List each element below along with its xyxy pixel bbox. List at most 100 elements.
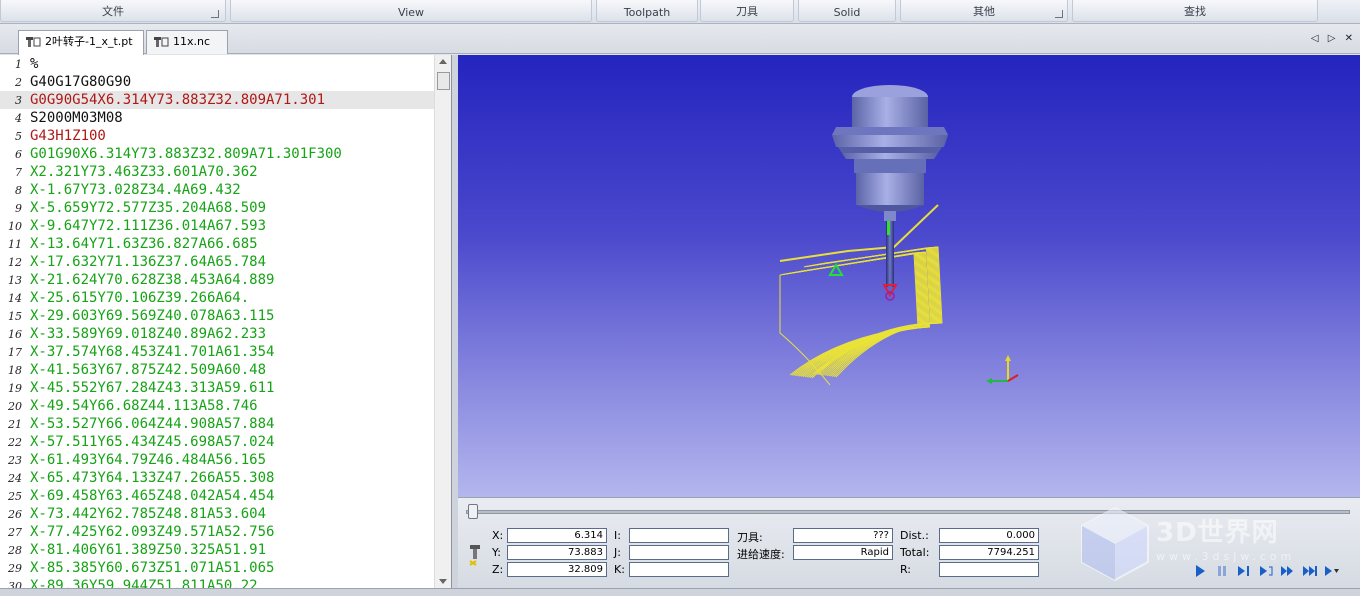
settings-dropdown-icon[interactable] (1324, 563, 1340, 579)
code-line[interactable]: 9 X-5.659Y72.577Z35.204A68.509 (0, 199, 434, 217)
dialog-launcher-icon[interactable] (1055, 10, 1063, 18)
ribbon-group-other[interactable]: 其他 (900, 0, 1068, 22)
j-label: J: (614, 546, 621, 559)
code-line[interactable]: 24 X-65.473Y64.133Z47.266A55.308 (0, 469, 434, 487)
line-number: 29 (8, 562, 22, 575)
code-line[interactable]: 17 X-37.574Y68.453Z41.701A61.354 (0, 343, 434, 361)
code-line[interactable]: 30 X-89.36Y59.944Z51.811A50.22 (0, 577, 434, 588)
code-text: X-85.385Y60.673Z51.071A51.065 (30, 560, 275, 576)
go-to-end-icon[interactable] (1302, 563, 1318, 579)
code-text: X-41.563Y67.875Z42.509A60.48 (30, 362, 267, 378)
code-line[interactable]: 22 X-57.511Y65.434Z45.698A57.024 (0, 433, 434, 451)
step-forward-icon[interactable] (1236, 563, 1252, 579)
scrollbar-thumb[interactable] (437, 72, 450, 90)
total-label: Total: (900, 546, 930, 559)
code-line[interactable]: 13 X-21.624Y70.628Z38.453A64.889 (0, 271, 434, 289)
z-value-field: 32.809 (507, 562, 607, 577)
line-number: 16 (8, 328, 22, 341)
status-bar (0, 588, 1360, 596)
dialog-launcher-icon[interactable] (211, 10, 219, 18)
ribbon-group-solid[interactable]: Solid (798, 0, 896, 22)
tool-icon (469, 545, 480, 566)
simulation-slider-thumb[interactable] (468, 504, 478, 519)
line-number: 12 (8, 256, 22, 269)
code-line[interactable]: 29 X-85.385Y60.673Z51.071A51.065 (0, 559, 434, 577)
scroll-down-icon[interactable] (439, 579, 447, 584)
code-line[interactable]: 19 X-45.552Y67.284Z43.313A59.611 (0, 379, 434, 397)
r-value-field (939, 562, 1039, 577)
code-line[interactable]: 18 X-41.563Y67.875Z42.509A60.48 (0, 361, 434, 379)
code-text: X-73.442Y62.785Z48.81A53.604 (30, 506, 267, 522)
play-icon[interactable] (1192, 563, 1208, 579)
watermark-cube-icon (1081, 506, 1149, 582)
toolpath-wires (779, 204, 943, 386)
tab-nav-buttons[interactable]: ◁ ▷ ✕ (1311, 33, 1356, 44)
line-number: 1 (15, 58, 22, 71)
line-number: 11 (8, 238, 22, 251)
toolpath-pass (792, 251, 926, 378)
ribbon-group-label: 其他 (973, 5, 995, 18)
code-line[interactable]: 5 G43H1Z100 (0, 127, 434, 145)
line-number: 13 (8, 274, 22, 287)
fast-forward-icon[interactable] (1280, 563, 1296, 579)
code-line[interactable]: 7 X2.321Y73.463Z33.601A70.362 (0, 163, 434, 181)
line-number: 8 (15, 184, 22, 197)
code-line[interactable]: 15 X-29.603Y69.569Z40.078A63.115 (0, 307, 434, 325)
line-number: 30 (8, 580, 22, 588)
code-line[interactable]: 23 X-61.493Y64.79Z46.484A56.165 (0, 451, 434, 469)
code-line[interactable]: 16 X-33.589Y69.018Z40.89A62.233 (0, 325, 434, 343)
line-number: 2 (15, 76, 22, 89)
code-line[interactable]: 11 X-13.64Y71.63Z36.827A66.685 (0, 235, 434, 253)
toolpath-pass (790, 251, 925, 377)
code-text: X-89.36Y59.944Z51.811A50.22 (30, 578, 258, 588)
line-number: 28 (8, 544, 22, 557)
scroll-up-icon[interactable] (439, 59, 447, 64)
editor-vertical-scrollbar[interactable] (434, 55, 451, 588)
code-line[interactable]: 14 X-25.615Y70.106Z39.266A64. (0, 289, 434, 307)
code-line[interactable]: 2 G40G17G80G90 (0, 73, 434, 91)
line-number: 3 (15, 94, 22, 107)
code-line[interactable]: 4 S2000M03M08 (0, 109, 434, 127)
code-line[interactable]: 20 X-49.54Y66.68Z44.113A58.746 (0, 397, 434, 415)
ribbon-group-view[interactable]: View (230, 0, 592, 22)
watermark-url: www.3dsjw.com (1156, 550, 1296, 563)
ribbon-group-tool[interactable]: 刀具 (700, 0, 794, 22)
code-text: X-1.67Y73.028Z34.4A69.432 (30, 182, 241, 198)
line-number: 9 (15, 202, 22, 215)
3d-viewport[interactable] (458, 55, 1360, 497)
pause-icon[interactable] (1214, 563, 1230, 579)
playback-controls (1192, 563, 1352, 579)
code-line[interactable]: 8 X-1.67Y73.028Z34.4A69.432 (0, 181, 434, 199)
ribbon: 文件 View Toolpath 刀具 Solid 其他 查找 (0, 0, 1360, 24)
code-line[interactable]: 3 G0G90G54X6.314Y73.883Z32.809A71.301 (0, 91, 434, 109)
code-text: X-45.552Y67.284Z43.313A59.611 (30, 380, 275, 396)
tab-11x-nc[interactable]: 11x.nc (146, 30, 228, 54)
ribbon-group-label: Solid (833, 6, 861, 19)
j-value-field (629, 545, 729, 560)
axis-triad (986, 355, 1019, 384)
total-value-field: 7794.251 (939, 545, 1039, 560)
line-number: 4 (15, 112, 22, 125)
ribbon-group-file[interactable]: 文件 (0, 0, 226, 22)
code-text: X-61.493Y64.79Z46.484A56.165 (30, 452, 267, 468)
code-line[interactable]: 28 X-81.406Y61.389Z50.325A51.91 (0, 541, 434, 559)
ribbon-group-label: 查找 (1184, 5, 1206, 18)
ribbon-group-toolpath[interactable]: Toolpath (596, 0, 698, 22)
code-line[interactable]: 6 G01G90X6.314Y73.883Z32.809A71.301F300 (0, 145, 434, 163)
document-tabstrip: 2叶转子-1_x_t.pt 11x.nc ◁ ▷ ✕ (0, 24, 1360, 55)
code-line[interactable]: 21 X-53.527Y66.064Z44.908A57.884 (0, 415, 434, 433)
code-line[interactable]: 27 X-77.425Y62.093Z49.571A52.756 (0, 523, 434, 541)
step-to-tool-change-icon[interactable] (1258, 563, 1274, 579)
code-line[interactable]: 12 X-17.632Y71.136Z37.64A65.784 (0, 253, 434, 271)
code-line[interactable]: 1% (0, 55, 434, 73)
dist-label: Dist.: (900, 529, 929, 542)
nc-code-editor[interactable]: 1% 2 G40G17G80G90 3 G0G90G54X6.314Y73.883Z32… (0, 55, 452, 588)
code-line[interactable]: 25 X-69.458Y63.465Z48.042A54.454 (0, 487, 434, 505)
code-text: X-77.425Y62.093Z49.571A52.756 (30, 524, 275, 540)
ribbon-group-find[interactable]: 查找 (1072, 0, 1318, 22)
code-line[interactable]: 26 X-73.442Y62.785Z48.81A53.604 (0, 505, 434, 523)
ribbon-group-label: 文件 (102, 5, 124, 18)
tab-rotor-file[interactable]: 2叶转子-1_x_t.pt (18, 30, 144, 55)
line-number: 6 (15, 148, 22, 161)
code-line[interactable]: 10 X-9.647Y72.111Z36.014A67.593 (0, 217, 434, 235)
